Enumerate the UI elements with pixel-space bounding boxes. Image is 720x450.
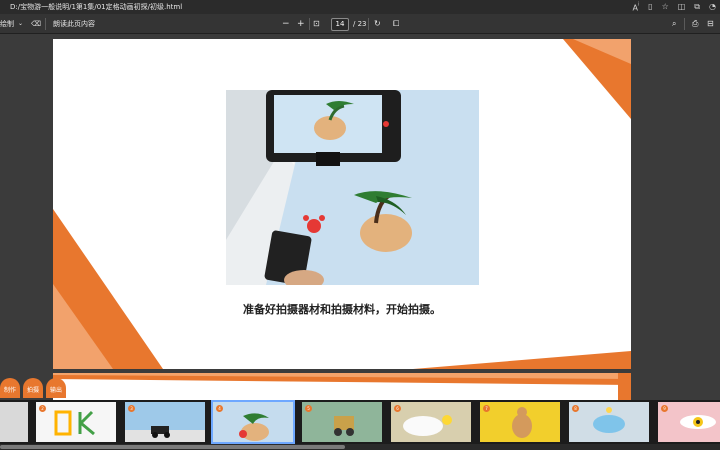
thumbnail-figure-image (512, 407, 532, 438)
thumbnail-number: 6 (394, 405, 401, 412)
thumbnail-item[interactable]: 1 (0, 402, 28, 442)
reading-view-icon[interactable]: ▯ (648, 0, 652, 14)
thumbnail-item[interactable]: 5 (302, 402, 382, 442)
fit-page-icon[interactable]: ⊡ (313, 14, 320, 34)
thumbnail-number: 3 (128, 405, 135, 412)
browser-window: { "address_bar": {"path": "D:/宝物游一般说明/1第… (0, 0, 720, 450)
scrollbar-thumb[interactable] (0, 445, 345, 449)
thumbnail-scrollbar[interactable] (0, 444, 720, 450)
lesson-tabs: 制作 拍摄 输出 (0, 378, 67, 398)
page-number-input[interactable]: 14 (331, 18, 349, 31)
print-icon[interactable]: ⎙ (692, 14, 698, 34)
total-pages: / 23 (353, 20, 367, 28)
zoom-out-button[interactable]: − (282, 14, 290, 34)
tab-make[interactable]: 制作 (0, 378, 21, 398)
thumbnail-item[interactable]: 9 (658, 402, 720, 442)
save-icon[interactable]: ⊟ (707, 14, 714, 34)
thumbnail-number: 5 (305, 405, 312, 412)
address-bar[interactable]: D:/宝物游一般说明/1第1集/01定格动画初探/初级.html Aʲ ▯ ☆ … (0, 0, 720, 14)
thumbnail-item[interactable]: 3 (125, 402, 205, 442)
thumbnail-island-image (239, 413, 269, 441)
thumbnail-car-image (125, 426, 205, 442)
thumbnail-item-selected[interactable]: 4 (211, 400, 295, 444)
lesson-photo (226, 90, 479, 285)
tab-export[interactable]: 输出 (46, 378, 67, 398)
eraser-icon[interactable]: ⌫ (31, 14, 41, 34)
thumbnail-cloud-image (593, 407, 625, 433)
thumbnail-strip: 1 2 3 4 5 (0, 400, 720, 450)
draw-button[interactable]: 绘制 (0, 14, 14, 34)
thumbnail-number: 2 (39, 405, 46, 412)
chevron-down-icon[interactable]: ⌄ (18, 14, 23, 34)
pdf-page: 准备好拍摄器材和拍摄材料，开始拍摄。 (53, 39, 631, 369)
rotate-icon[interactable]: ↻ (374, 14, 381, 34)
tab-shoot[interactable]: 拍摄 (23, 378, 44, 398)
thumbnail-plate-image (403, 415, 452, 436)
address-path[interactable]: D:/宝物游一般说明/1第1集/01定格动画初探/初级.html (10, 3, 182, 11)
thumbnail-item[interactable]: 8 (569, 402, 649, 442)
zoom-in-button[interactable]: + (297, 14, 305, 34)
thumbnail-ok-image (54, 410, 95, 436)
pdf-page-next (53, 373, 631, 403)
thumbnail-item[interactable]: 7 (480, 402, 560, 442)
thumbnail-item[interactable]: 6 (391, 402, 471, 442)
thumbnail-number: 7 (483, 405, 490, 412)
collections-icon[interactable]: ⧉ (694, 0, 700, 14)
search-icon[interactable]: ⌕ (672, 14, 676, 34)
split-screen-icon[interactable]: ◫ (678, 0, 686, 14)
profile-icon[interactable]: ◔ (709, 0, 716, 14)
favorite-icon[interactable]: ☆ (662, 0, 669, 14)
two-page-icon[interactable]: ⧠ (393, 14, 399, 34)
thumbnail-number: 9 (661, 405, 668, 412)
thumbnail-robot-image (334, 416, 354, 436)
thumbnail-number: 4 (216, 405, 223, 412)
read-aloud-button[interactable]: 朗读此页内容 (53, 14, 95, 34)
thumbnail-number: 8 (572, 405, 579, 412)
thumbnail-item[interactable]: 2 (36, 402, 116, 442)
page-next-decoration (53, 373, 631, 403)
page-caption: 准备好拍摄器材和拍摄材料，开始拍摄。 (243, 303, 441, 316)
pdf-toolbar: 绘制 ⌄ ⌫ 朗读此页内容 − + ⊡ 14 / 23 ↻ ⧠ ⌕ ⎙ ⊟ (0, 14, 720, 34)
